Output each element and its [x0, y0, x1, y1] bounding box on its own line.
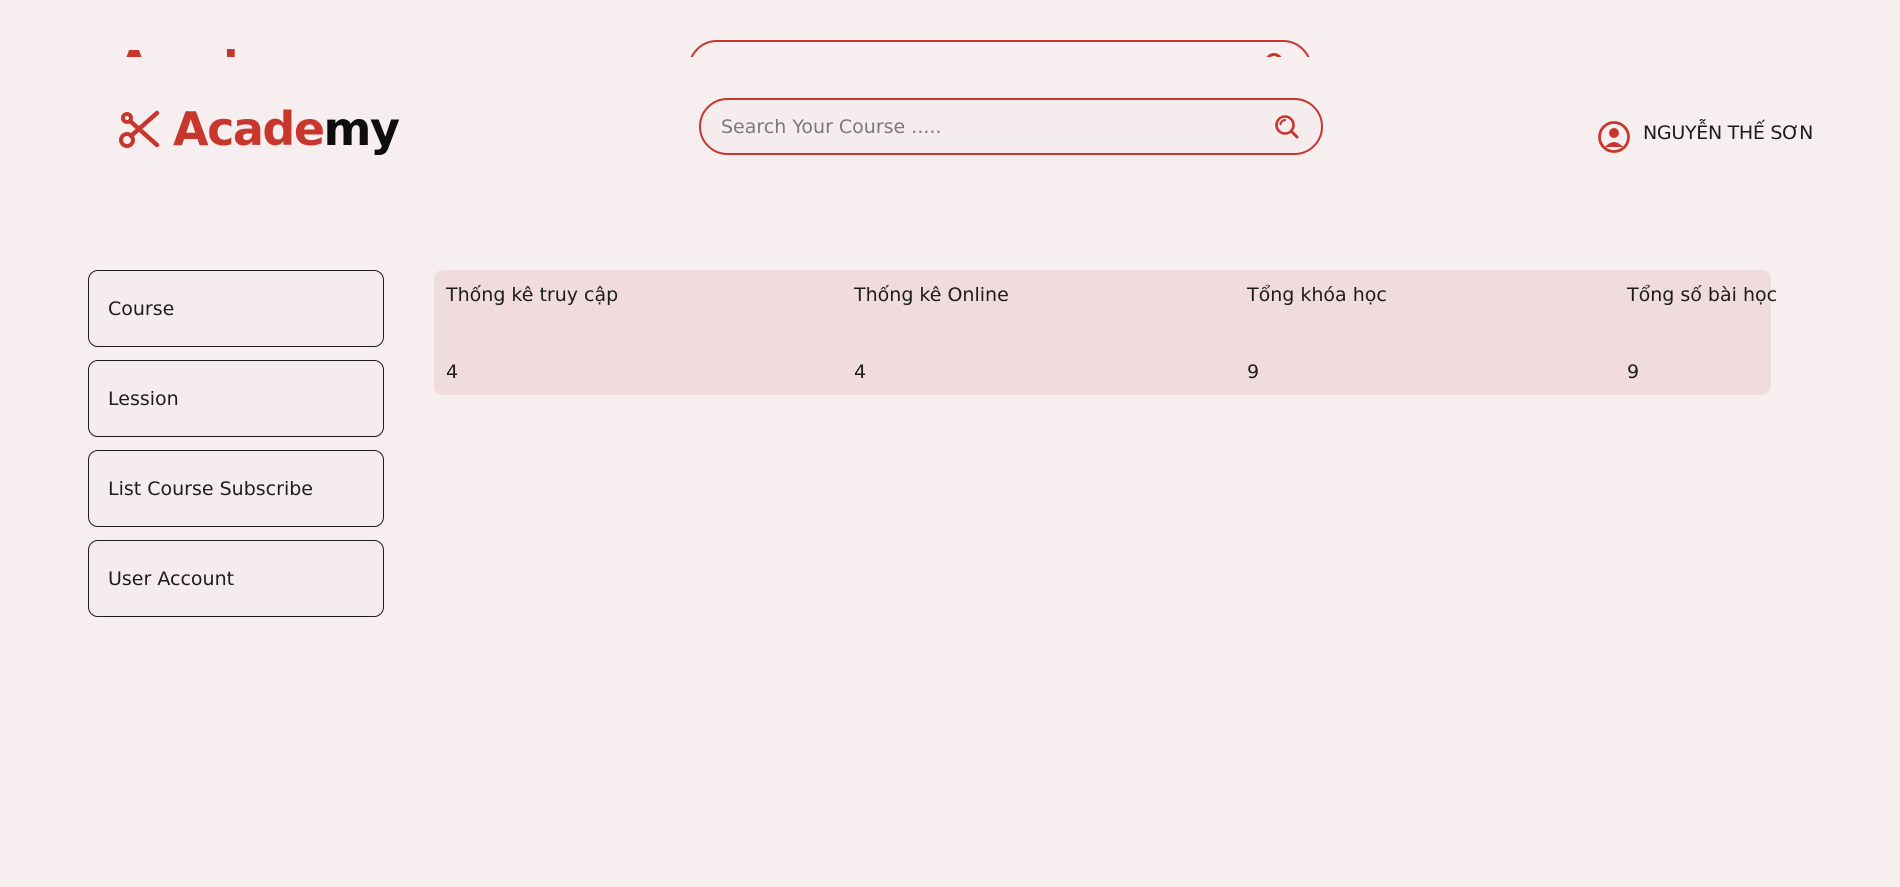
ghost-search — [688, 40, 1312, 57]
stat-value: 9 — [1247, 361, 1260, 383]
stat-label: Thống kê Online — [854, 284, 1009, 306]
stat-value: 4 — [446, 361, 459, 383]
sidebar-item-lession[interactable]: Lession — [88, 360, 384, 437]
search-icon[interactable] — [1273, 113, 1301, 141]
scissors-icon — [119, 110, 160, 148]
sidebar: Course Lession List Course Subscribe Use… — [88, 270, 384, 630]
ghost-logo: Academy — [117, 42, 343, 57]
stats-panel: Thống kê truy cập 4 Thống kê Online 4 Tổ… — [434, 270, 1777, 395]
ghost-header: Academy — [0, 0, 1900, 57]
sidebar-item-user-account[interactable]: User Account — [88, 540, 384, 617]
user-circle-icon — [1598, 121, 1630, 153]
search-bar — [699, 98, 1323, 155]
stat-label: Thống kê truy cập — [446, 284, 619, 306]
user-menu[interactable]: NGUYỄN THẾ SƠN — [1597, 113, 1813, 153]
logo-text-black: my — [323, 102, 400, 156]
top-bar: Academy NGUYỄN THẾ SƠN — [0, 57, 1900, 197]
user-name: NGUYỄN THẾ SƠN — [1643, 122, 1814, 144]
sidebar-item-label: Course — [108, 297, 175, 320]
sidebar-item-label: User Account — [108, 567, 235, 590]
stat-label: Tổng số bài học — [1627, 284, 1778, 306]
logo-text-red: Acade — [173, 102, 325, 156]
stat-value: 9 — [1627, 361, 1640, 383]
stat-value: 4 — [854, 361, 867, 383]
stat-label: Tổng khóa học — [1247, 284, 1387, 306]
sidebar-item-label: List Course Subscribe — [108, 477, 313, 500]
logo[interactable]: Academy — [117, 101, 400, 157]
sidebar-item-course[interactable]: Course — [88, 270, 384, 347]
sidebar-item-list-course-subscribe[interactable]: List Course Subscribe — [88, 450, 384, 527]
logo-text: Academy — [173, 106, 400, 152]
sidebar-item-label: Lession — [108, 387, 179, 410]
search-input[interactable] — [721, 115, 1265, 138]
